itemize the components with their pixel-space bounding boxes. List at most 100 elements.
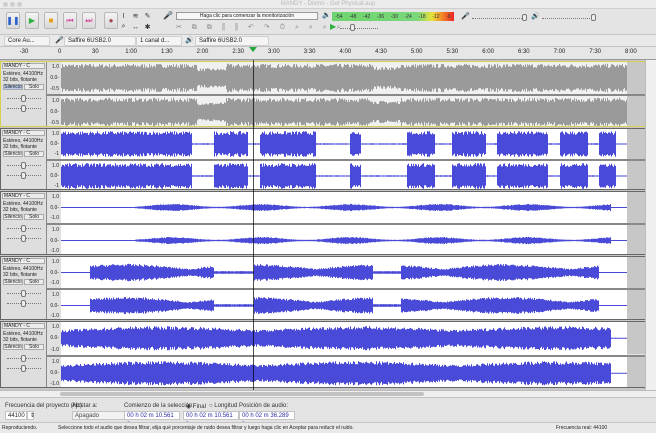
solo-button[interactable]: Solo bbox=[24, 214, 44, 220]
waveform-channel[interactable] bbox=[61, 94, 645, 126]
track-name-menu[interactable]: MANDY - C bbox=[2, 323, 45, 329]
playhead-marker[interactable] bbox=[249, 47, 257, 52]
record-meter[interactable]: Haga clic para comenzar la monitorizació… bbox=[176, 12, 318, 20]
track-name-menu[interactable]: MANDY - C bbox=[2, 193, 45, 199]
waveform-channel[interactable] bbox=[61, 62, 645, 94]
timeline-ruler[interactable]: -30 0 30 1:00 1:30 2:00 2:30 3:00 3:30 4:00 4:30 5:… bbox=[0, 47, 656, 60]
solo-button[interactable]: Solo bbox=[24, 344, 44, 350]
ruler-tick: 8:00 bbox=[625, 49, 637, 55]
mute-button[interactable]: Silencio bbox=[3, 279, 23, 285]
amplitude-label: -1.0 bbox=[50, 215, 59, 221]
input-device-select[interactable]: Saffire 6USB2.0 bbox=[64, 36, 136, 46]
amplitude-label: 0.0- bbox=[50, 369, 59, 376]
waveform-channel[interactable] bbox=[61, 159, 645, 189]
record-button[interactable]: ● bbox=[104, 12, 118, 29]
meter-tick: -24 bbox=[404, 13, 412, 20]
output-device-select[interactable]: Saffire 6USB2.0 bbox=[195, 36, 269, 46]
ruler-tick: 1:00 bbox=[125, 49, 137, 55]
track-control-panel[interactable]: MANDY - C Estéreo, 44100Hz 32 bits, flotan… bbox=[1, 62, 47, 126]
solo-button[interactable]: Solo bbox=[24, 84, 44, 90]
input-volume-slider[interactable] bbox=[472, 18, 524, 19]
vertical-scrollbar[interactable] bbox=[645, 60, 656, 390]
ruler-tick: 3:30 bbox=[303, 49, 316, 55]
track-control-panel[interactable]: MANDY - C Estéreo, 44100Hz 32 bits, flotan… bbox=[1, 129, 47, 189]
gain-slider-knob[interactable] bbox=[21, 290, 26, 297]
stop-button[interactable]: ■ bbox=[44, 12, 58, 29]
play-button[interactable]: ▶ bbox=[25, 12, 39, 29]
playback-meter[interactable]: -54 -48 -42 -36 -30 -24 -18 -12 -6 bbox=[332, 12, 454, 21]
gain-slider-knob[interactable] bbox=[21, 355, 26, 362]
track-control-panel[interactable]: MANDY - C Estéreo, 44100Hz 32 bits, flotan… bbox=[1, 257, 47, 319]
mute-button[interactable]: Silencio bbox=[3, 84, 23, 90]
audio-track[interactable]: MANDY - C Estéreo, 44100Hz 32 bits, flotan… bbox=[0, 321, 645, 388]
selection-start-label: Comienzo de la selección: bbox=[124, 403, 195, 409]
waveform-channel[interactable] bbox=[61, 257, 645, 288]
meter-tick: -18 bbox=[418, 13, 426, 20]
ruler-tick: 5:30 bbox=[446, 49, 459, 55]
selection-end-time[interactable]: 00 h 02 m 10.561 s bbox=[183, 411, 239, 427]
project-rate-dropdown[interactable]: ⇕ bbox=[27, 411, 35, 420]
waveform-channel[interactable] bbox=[61, 354, 645, 388]
meter-tick: -54 bbox=[335, 13, 343, 20]
waveform-channel[interactable] bbox=[61, 288, 645, 319]
skip-end-button[interactable]: ⏭ bbox=[82, 12, 96, 29]
amplitude-label: -1.0 bbox=[50, 280, 59, 286]
vertical-ruler: 1.0 0.0- -1.0 bbox=[47, 223, 61, 254]
pan-slider-knob[interactable] bbox=[21, 365, 26, 372]
output-volume-slider[interactable] bbox=[542, 18, 594, 19]
audio-position-time[interactable]: 00 h 02 m 36.289 s bbox=[239, 411, 295, 427]
audio-host-select[interactable]: Core Au... bbox=[4, 36, 50, 46]
mute-button[interactable]: Silencio bbox=[3, 344, 23, 350]
track-name-menu[interactable]: MANDY - C bbox=[2, 130, 45, 136]
track-name-menu[interactable]: MANDY - C bbox=[2, 258, 45, 264]
waveform-channel[interactable] bbox=[61, 129, 645, 159]
horizontal-scroll-thumb[interactable] bbox=[60, 392, 424, 396]
pause-button[interactable]: ❚❚ bbox=[6, 12, 20, 29]
audio-track[interactable]: MANDY - C Estéreo, 44100Hz 32 bits, flotan… bbox=[0, 128, 645, 190]
input-channels-select[interactable]: 1 canal d... bbox=[136, 36, 182, 46]
pan-slider-knob[interactable] bbox=[21, 105, 26, 112]
waveform-channel[interactable] bbox=[61, 322, 645, 355]
zoom-tool-icon[interactable]: ⌕ bbox=[118, 22, 129, 32]
gain-slider-knob[interactable] bbox=[21, 225, 26, 232]
project-rate-input[interactable]: 44100 bbox=[5, 411, 27, 420]
selection-start-time[interactable]: 00 h 02 m 10.561 s bbox=[124, 411, 180, 427]
solo-button[interactable]: Solo bbox=[24, 151, 44, 157]
pan-slider-knob[interactable] bbox=[21, 235, 26, 242]
track-name-menu[interactable]: MANDY - C bbox=[2, 63, 45, 69]
mute-button[interactable]: Silencio bbox=[3, 214, 23, 220]
amplitude-label: 0.0- bbox=[50, 335, 59, 342]
play-at-speed-button[interactable]: ▶ bbox=[330, 22, 336, 31]
audio-track[interactable]: MANDY - C Estéreo, 44100Hz 32 bits, flotan… bbox=[0, 191, 645, 255]
gain-slider-knob[interactable] bbox=[21, 162, 26, 169]
draw-tool-icon[interactable]: ✎ bbox=[142, 11, 153, 21]
pan-slider-knob[interactable] bbox=[21, 300, 26, 307]
input-volume-knob[interactable] bbox=[522, 14, 527, 21]
play-speed-slider[interactable] bbox=[340, 28, 378, 29]
waveform-channel[interactable] bbox=[61, 192, 645, 223]
length-radio[interactable]: ○ Longitud bbox=[209, 403, 237, 409]
selection-tool-icon[interactable]: I bbox=[118, 11, 129, 21]
track-bit-depth: 32 bits, flotante bbox=[3, 272, 37, 278]
pan-slider-knob[interactable] bbox=[21, 172, 26, 179]
track-panel[interactable]: MANDY - C Estéreo, 44100Hz 32 bits, flotan… bbox=[0, 60, 645, 390]
multi-tool-icon[interactable]: ✱ bbox=[142, 22, 153, 32]
envelope-tool-icon[interactable]: ≋ bbox=[130, 11, 141, 21]
end-radio[interactable]: ◉ Final bbox=[186, 403, 206, 410]
play-speed-knob[interactable] bbox=[350, 24, 355, 31]
edit-toolbar[interactable]: ✂ ⧉ ⧉ ⫼ ⫼ ↶ ↷ ⏱ ⌕ ⌕ ⌕ ⌕ bbox=[176, 23, 346, 33]
amplitude-label: 1.0 bbox=[52, 194, 59, 200]
waveform-channel[interactable] bbox=[61, 223, 645, 254]
horizontal-scrollbar[interactable] bbox=[0, 390, 656, 397]
skip-start-button[interactable]: ⏮ bbox=[63, 12, 77, 29]
amplitude-label: -1 bbox=[54, 183, 59, 189]
mute-button[interactable]: Silencio bbox=[3, 151, 23, 157]
time-shift-tool-icon[interactable]: ↔ bbox=[130, 22, 141, 32]
track-control-panel[interactable]: MANDY - C Estéreo, 44100Hz 32 bits, flotan… bbox=[1, 322, 47, 387]
solo-button[interactable]: Solo bbox=[24, 279, 44, 285]
audio-track[interactable]: MANDY - C Estéreo, 44100Hz 32 bits, flotan… bbox=[0, 61, 645, 127]
output-volume-knob[interactable] bbox=[591, 14, 596, 21]
audio-track[interactable]: MANDY - C Estéreo, 44100Hz 32 bits, flotan… bbox=[0, 256, 645, 320]
gain-slider-knob[interactable] bbox=[21, 95, 26, 102]
track-control-panel[interactable]: MANDY - C Estéreo, 44100Hz 32 bits, flotan… bbox=[1, 192, 47, 254]
